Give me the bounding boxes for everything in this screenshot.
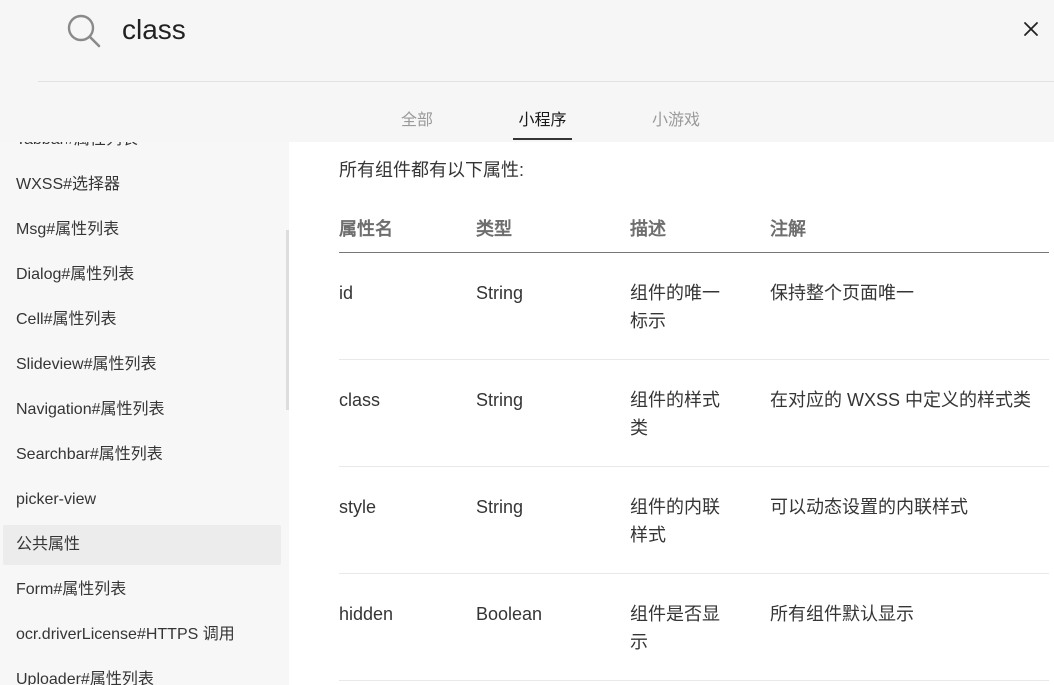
cell-desc: 组件是否显示	[630, 604, 720, 652]
search-input[interactable]	[122, 10, 982, 50]
cell-desc: 组件的内联样式	[630, 497, 720, 545]
sidebar-item-searchbar[interactable]: Searchbar#属性列表	[3, 435, 281, 475]
cell-note: 可以动态设置的内联样式	[770, 497, 968, 517]
sidebar-item-navigation[interactable]: Navigation#属性列表	[3, 390, 281, 430]
sidebar-item-picker-view[interactable]: picker-view	[3, 480, 281, 520]
row-divider	[339, 359, 1049, 360]
table-header-desc: 描述	[630, 219, 666, 239]
close-icon[interactable]	[1018, 16, 1044, 42]
sidebar-item-slideview[interactable]: Slideview#属性列表	[3, 345, 281, 385]
cell-name: style	[339, 497, 377, 517]
search-icon	[66, 13, 102, 49]
sidebar-item-uploader[interactable]: Uploader#属性列表	[3, 660, 281, 685]
cell-desc: 组件的样式类	[630, 390, 720, 438]
sidebar-item-dialog[interactable]: Dialog#属性列表	[3, 255, 281, 295]
intro-text: 所有组件都有以下属性:	[339, 160, 524, 180]
table-header-divider	[339, 252, 1049, 253]
table-header-type: 类型	[476, 219, 512, 239]
sidebar-item-ocr-driverlicense[interactable]: ocr.driverLicense#HTTPS 调用	[3, 615, 281, 655]
cell-type: String	[476, 497, 524, 517]
cell-type: String	[476, 283, 524, 303]
sidebar-item-tabbar[interactable]: Tabbar#属性列表	[3, 142, 281, 160]
sidebar-item-msg[interactable]: Msg#属性列表	[3, 210, 281, 250]
cell-name: id	[339, 283, 354, 303]
header-divider	[38, 81, 1054, 82]
sidebar-item-common-attributes[interactable]: 公共属性	[3, 525, 281, 565]
sidebar: Tabbar#属性列表 WXSS#选择器 Msg#属性列表 Dialog#属性列…	[0, 142, 289, 685]
cell-note: 所有组件默认显示	[770, 604, 914, 624]
cell-name: hidden	[339, 604, 394, 624]
cell-desc: 组件的唯一标示	[630, 283, 720, 331]
sidebar-item-cell[interactable]: Cell#属性列表	[3, 300, 281, 340]
tab-minigame[interactable]: 小游戏	[646, 108, 706, 140]
content-area: 所有组件都有以下属性: 属性名 类型 描述 注解 id String 组件的唯一…	[289, 142, 1054, 685]
tab-all[interactable]: 全部	[394, 108, 440, 140]
cell-type: Boolean	[476, 604, 543, 624]
table-header-name: 属性名	[339, 219, 393, 239]
cell-type: String	[476, 390, 524, 410]
sidebar-item-form[interactable]: Form#属性列表	[3, 570, 281, 610]
sidebar-item-wxss[interactable]: WXSS#选择器	[3, 165, 281, 205]
cell-note: 保持整个页面唯一	[770, 283, 914, 303]
tab-miniprogram[interactable]: 小程序	[513, 108, 572, 140]
table-header-note: 注解	[770, 219, 806, 239]
row-divider	[339, 680, 1049, 681]
row-divider	[339, 466, 1049, 467]
row-divider	[339, 573, 1049, 574]
cell-note: 在对应的 WXSS 中定义的样式类	[770, 390, 1032, 410]
search-header: 全部 小程序 小游戏	[0, 0, 1054, 142]
cell-name: class	[339, 390, 381, 410]
